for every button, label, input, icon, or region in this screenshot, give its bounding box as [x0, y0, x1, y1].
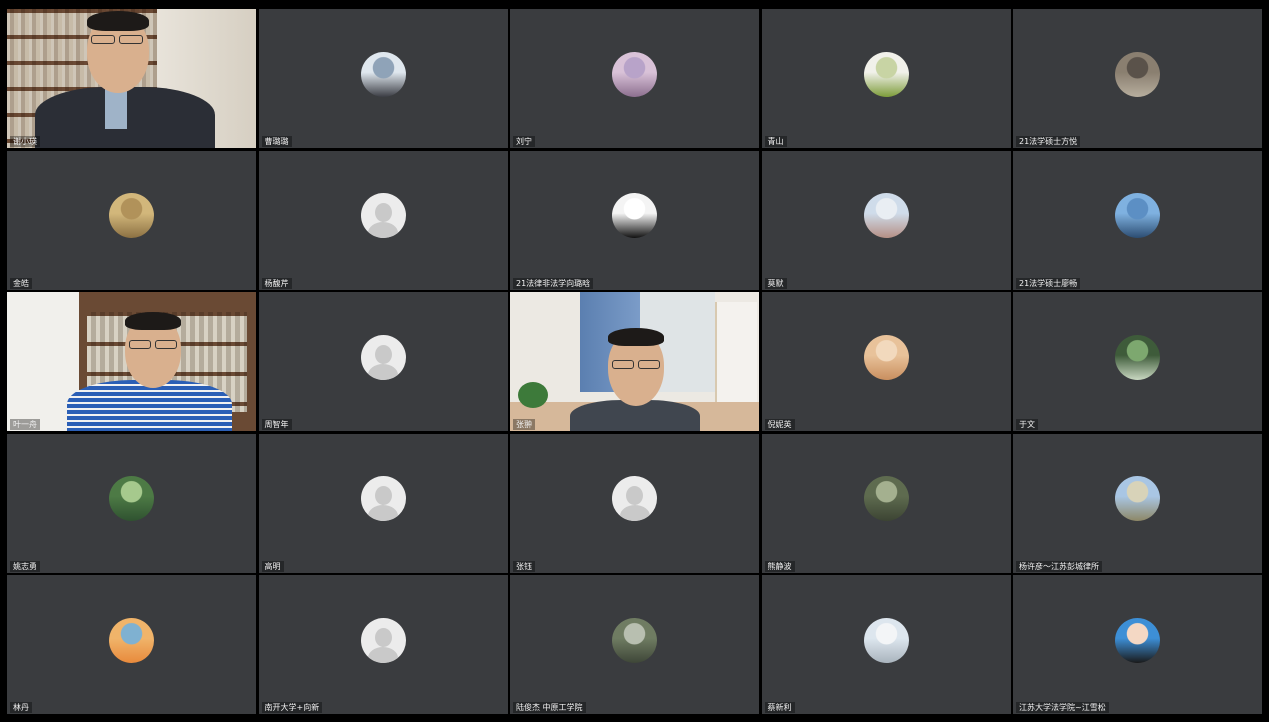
participant-tile[interactable]: 南开大学+向新 [258, 575, 508, 714]
participant-tile[interactable]: 蔡新利 [761, 575, 1011, 714]
participant-name: 倪妮英 [764, 419, 795, 430]
participant-tile[interactable]: 杨许彦～江苏彭城律所 [1013, 433, 1262, 573]
participant-name: 杨许彦～江苏彭城律所 [1016, 560, 1102, 572]
participant-video [7, 292, 256, 431]
participant-name: 谢小瑛 [10, 136, 40, 147]
avatar [863, 476, 909, 522]
participant-tile[interactable]: 姚志勇 [7, 433, 256, 573]
avatar [863, 193, 909, 239]
participant-name: 熊静波 [764, 560, 795, 572]
default-avatar-icon [360, 617, 406, 663]
avatar [612, 617, 657, 663]
default-avatar-icon [612, 476, 657, 522]
avatar [863, 51, 909, 97]
avatar [863, 334, 909, 380]
avatar [612, 193, 657, 239]
participant-tile[interactable]: 叶一舟 [7, 292, 256, 431]
participant-name: 莫默 [764, 277, 787, 289]
participant-name: 张钰 [513, 560, 535, 572]
participant-name: 张翀 [513, 419, 535, 430]
avatar [1115, 51, 1160, 97]
participant-name: 21法学硕士方悦 [1016, 136, 1081, 147]
participant-tile[interactable]: 刘宁 [510, 9, 759, 148]
participant-tile[interactable]: 江苏大学法学院~江雪松 [1013, 575, 1262, 714]
participant-tile[interactable]: 金皓 [7, 150, 256, 290]
participant-name: 刘宁 [513, 136, 535, 147]
avatar [109, 617, 154, 663]
participant-grid: 谢小瑛 曹璐璐 刘宁 青山 21法学硕士方悦金皓 杨馥芹 21法律非法学向璐晗 莫默 21法学硕… [7, 9, 1262, 714]
default-avatar-icon [360, 476, 406, 522]
participant-tile[interactable]: 高明 [258, 433, 508, 573]
participant-tile[interactable]: 21法学硕士廖畅 [1013, 150, 1262, 290]
participant-name: 21法律非法学向璐晗 [513, 277, 594, 289]
participant-tile[interactable]: 杨馥芹 [258, 150, 508, 290]
avatar [1115, 193, 1160, 239]
avatar [1115, 617, 1160, 663]
participant-name: 曹璐璐 [261, 136, 292, 147]
participant-video [7, 9, 256, 148]
participant-name: 江苏大学法学院~江雪松 [1016, 702, 1109, 713]
participant-name: 于文 [1016, 419, 1038, 430]
participant-tile[interactable]: 莫默 [761, 150, 1011, 290]
participant-tile[interactable]: 于文 [1013, 292, 1262, 431]
participant-tile[interactable]: 陆俊杰 中原工学院 [510, 575, 759, 714]
participant-name: 姚志勇 [10, 560, 40, 572]
participant-name: 金皓 [10, 277, 32, 289]
avatar [1115, 334, 1160, 380]
participant-tile[interactable]: 张钰 [510, 433, 759, 573]
avatar [360, 51, 406, 97]
participant-tile[interactable]: 林丹 [7, 575, 256, 714]
participant-tile[interactable]: 21法律非法学向璐晗 [510, 150, 759, 290]
participant-name: 蔡新利 [764, 702, 795, 713]
participant-name: 杨馥芹 [261, 277, 292, 289]
participant-name: 南开大学+向新 [261, 702, 323, 713]
avatar [612, 51, 657, 97]
default-avatar-icon [360, 334, 406, 380]
default-avatar-icon [360, 193, 406, 239]
avatar [109, 476, 154, 522]
participant-tile[interactable]: 21法学硕士方悦 [1013, 9, 1262, 148]
participant-name: 周智年 [261, 419, 292, 430]
avatar [863, 617, 909, 663]
avatar [1115, 476, 1160, 522]
participant-name: 陆俊杰 中原工学院 [513, 702, 586, 713]
participant-tile[interactable]: 倪妮英 [761, 292, 1011, 431]
participant-tile[interactable]: 熊静波 [761, 433, 1011, 573]
participant-tile[interactable]: 周智年 [258, 292, 508, 431]
participant-name: 高明 [261, 560, 284, 572]
participant-tile[interactable]: 青山 [761, 9, 1011, 148]
participant-video [510, 292, 759, 431]
participant-tile[interactable]: 谢小瑛 [7, 9, 256, 148]
participant-name: 林丹 [10, 702, 32, 713]
avatar [109, 193, 154, 239]
participant-name: 青山 [764, 136, 787, 147]
participant-name: 21法学硕士廖畅 [1016, 277, 1081, 289]
participant-name: 叶一舟 [10, 419, 40, 430]
participant-tile[interactable]: 曹璐璐 [258, 9, 508, 148]
participant-tile[interactable]: 张翀 [510, 292, 759, 431]
